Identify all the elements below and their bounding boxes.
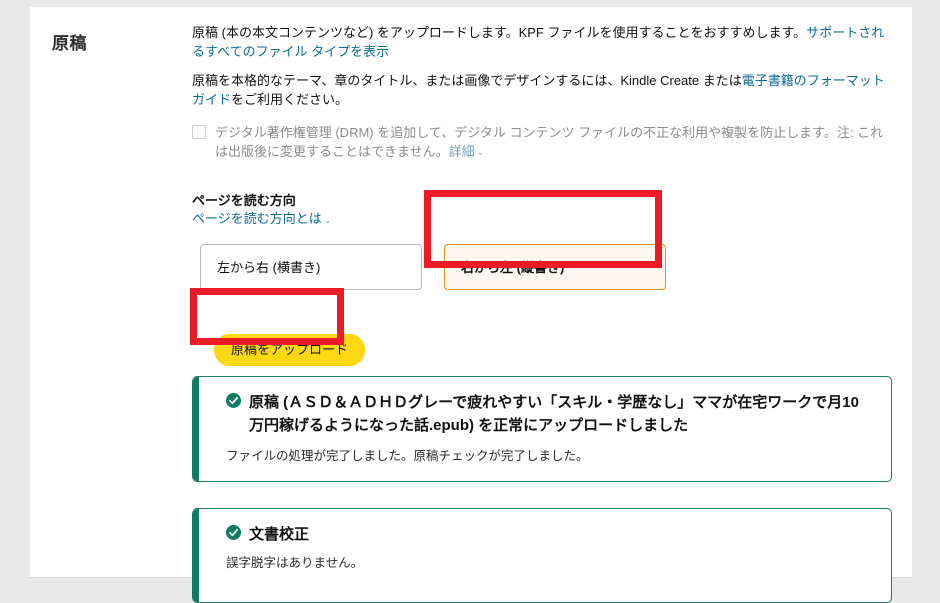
reading-direction-label: ページを読む方向	[192, 193, 296, 209]
direction-option-label: 左から右 (横書き)	[217, 260, 321, 276]
alert-title: 文書校正	[249, 525, 310, 543]
alert-head: 文書校正	[226, 523, 873, 546]
alert-document-proofing: 文書校正 誤字脱字はありません。	[192, 507, 892, 603]
reading-direction-help: ページを読む方向とは ⌄	[192, 210, 892, 229]
upload-area: 原稿をアップロード	[192, 333, 892, 366]
drm-checkbox[interactable]	[192, 125, 206, 139]
drm-row[interactable]: デジタル著作権管理 (DRM) を追加して、デジタル コンテンツ ファイルの不正…	[192, 123, 892, 162]
alert-title: 原稿 (ＡＳＤ＆ＡＤＨＤグレーで疲れやすい「スキル・学歴なし」ママが在宅ワークで…	[249, 393, 859, 434]
reading-direction-help-link[interactable]: ページを読む方向とは	[192, 211, 322, 226]
section-body: 原稿 (本の本文コンテンツなど) をアップロードします。KPF ファイルを使用す…	[192, 23, 892, 603]
design-text-tail: をご利用ください。	[231, 92, 349, 107]
chevron-down-icon[interactable]: ⌄	[324, 215, 332, 225]
design-text: 原稿を本格的なテーマ、章のタイトル、または画像でデザインするには、Kindle …	[192, 73, 742, 88]
direction-tiles: 左から右 (横書き) 右から左 (縦書き)	[192, 243, 892, 292]
reading-direction-block: ページを読む方向 ページを読む方向とは ⌄ 左から右 (横書き) 右から左 (縦書…	[192, 192, 892, 292]
direction-option-label: 右から左 (縦書き)	[461, 260, 565, 276]
direction-option-left-to-right[interactable]: 左から右 (横書き)	[200, 243, 422, 290]
intro-text: 原稿 (本の本文コンテンツなど) をアップロードします。KPF ファイルを使用す…	[192, 25, 807, 40]
design-paragraph: 原稿を本格的なテーマ、章のタイトル、または画像でデザインするには、Kindle …	[192, 71, 892, 109]
content-card: 原稿 原稿 (本の本文コンテンツなど) をアップロードします。KPF ファイルを…	[30, 7, 912, 603]
drm-label: デジタル著作権管理 (DRM) を追加して、デジタル コンテンツ ファイルの不正…	[215, 123, 892, 162]
chevron-down-icon[interactable]: ⌄	[477, 147, 485, 157]
alert-head: 原稿 (ＡＳＤ＆ＡＤＨＤグレーで疲れやすい「スキル・学歴なし」ママが在宅ワークで…	[226, 391, 873, 437]
check-circle-icon	[226, 524, 241, 540]
check-circle-icon	[226, 392, 241, 408]
alert-body: ファイルの処理が完了しました。原稿チェックが完了しました。	[226, 448, 589, 463]
alert-manuscript-upload: 原稿 (ＡＳＤ＆ＡＤＨＤグレーで疲れやすい「スキル・学歴なし」ママが在宅ワークで…	[192, 375, 892, 482]
upload-manuscript-button[interactable]: 原稿をアップロード	[214, 333, 366, 366]
direction-option-right-to-left[interactable]: 右から左 (縦書き)	[444, 243, 666, 290]
drm-details-link[interactable]: 詳細	[449, 144, 475, 159]
drm-text-main: デジタル著作権管理 (DRM) を追加して、デジタル コンテンツ ファイルの不正…	[215, 125, 884, 159]
alert-body: 誤字脱字はありません。	[226, 555, 364, 570]
intro-paragraph: 原稿 (本の本文コンテンツなど) をアップロードします。KPF ファイルを使用す…	[192, 23, 892, 61]
page-title: 原稿	[52, 34, 87, 53]
